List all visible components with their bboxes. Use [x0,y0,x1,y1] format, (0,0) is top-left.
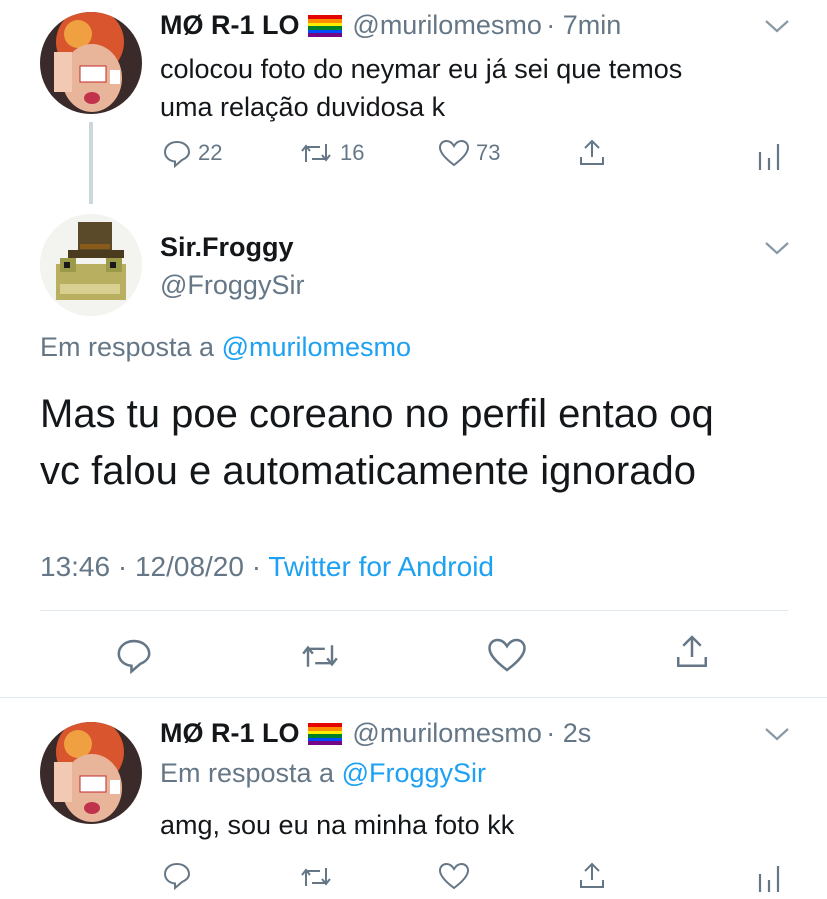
display-name[interactable]: MØ R-1 LO [160,10,300,40]
retweet-icon[interactable] [298,638,342,674]
retweet-icon[interactable] [298,862,334,892]
thread-line [89,122,93,204]
chevron-down-icon[interactable] [764,240,790,256]
tweet-text: amg, sou eu na minha foto kk [160,810,515,840]
tweet-source-link[interactable]: Twitter for Android [268,551,494,582]
divider [0,697,827,698]
reply-prefix: Em resposta a [40,332,215,362]
tweet-text-line: uma relação duvidosa k [160,92,446,122]
share-icon[interactable] [576,860,608,892]
reply-to-link[interactable]: @murilomesmo [222,332,411,362]
tweet-time: · 7min [546,10,622,40]
rainbow-flag-icon [307,15,342,37]
share-icon[interactable] [576,137,608,169]
analytics-icon[interactable] [756,140,782,172]
reply-count: 22 [198,140,223,165]
avatar-froggy[interactable] [40,214,142,316]
reply-context: Em resposta a @murilomesmo [40,332,411,363]
handle[interactable]: @FroggySir [160,270,304,301]
reply-to-link[interactable]: @FroggySir [342,758,486,788]
reply-prefix: Em resposta a [160,758,335,788]
chevron-down-icon[interactable] [764,18,790,34]
main-tweet-text: Mas tu poe coreano no perfil entao oq vc… [40,386,714,500]
tweet-text-line: colocou foto do neymar eu já sei que tem… [160,54,683,84]
like-icon[interactable] [438,861,470,891]
retweet-icon [301,144,331,162]
tweet-text-line: vc falou e automaticamente ignorado [40,449,696,493]
tweet-text-line: Mas tu poe coreano no perfil entao oq [40,392,714,436]
retweet-count: 16 [340,140,365,165]
analytics-icon[interactable] [756,862,782,894]
display-name[interactable]: Sir.Froggy [160,232,294,263]
divider [40,610,788,611]
reply-icon[interactable] [115,636,153,674]
like-button[interactable]: 73 [438,138,500,168]
like-icon[interactable] [487,636,527,674]
reply-context: Em resposta a @FroggySir [160,758,486,789]
tweet-meta: 13:46 · 12/08/20 · Twitter for Android [40,551,494,583]
avatar-murilo[interactable] [40,722,142,824]
tweet1-text: colocou foto do neymar eu já sei que tem… [160,50,682,126]
rainbow-flag-icon [307,723,342,745]
reply-button[interactable]: 22 [162,138,222,168]
avatar-murilo[interactable] [40,12,142,114]
like-count: 73 [476,140,501,165]
retweet-button[interactable]: 16 [298,138,364,168]
reply-icon [163,140,191,168]
tweet-timestamp: 13:46 · 12/08/20 · [40,551,262,582]
display-name[interactable]: MØ R-1 LO [160,718,300,748]
handle[interactable]: @murilomesmo [352,718,541,748]
tweet1-header: MØ R-1 LO @murilomesmo · 7min [160,10,621,41]
tweet-time: · 2s [546,718,592,748]
like-icon [438,139,470,167]
share-icon[interactable] [672,632,712,672]
handle[interactable]: @murilomesmo [352,10,541,40]
tweet3-header: MØ R-1 LO @murilomesmo · 2s [160,718,591,749]
chevron-down-icon[interactable] [764,726,790,742]
reply-icon[interactable] [162,860,192,890]
